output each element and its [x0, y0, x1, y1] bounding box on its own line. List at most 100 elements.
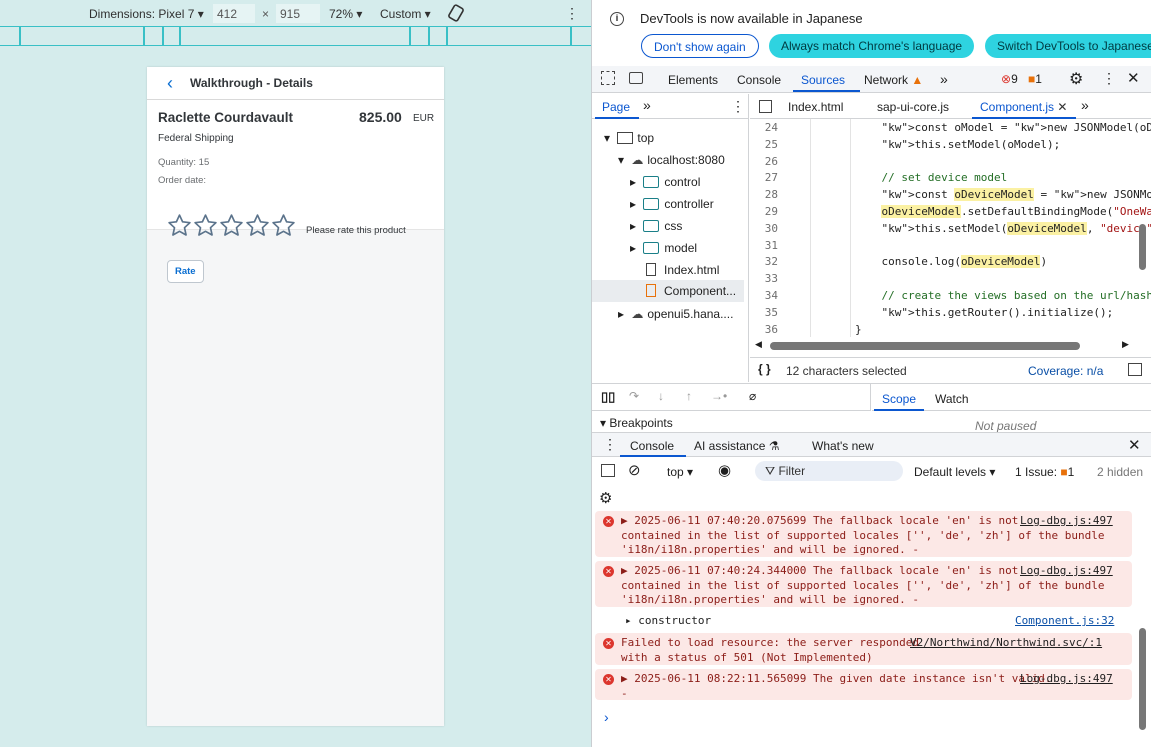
pretty-print-icon[interactable]: { } [758, 362, 771, 376]
line-number[interactable]: 28 [750, 188, 778, 201]
rating-star-icon[interactable] [219, 213, 244, 238]
code-line[interactable]: "kw">this.setModel(oModel); [802, 138, 1060, 151]
rating-star-icon[interactable] [167, 213, 192, 238]
line-number[interactable]: 26 [750, 155, 778, 168]
zoom-dropdown[interactable]: 72% ▾ [329, 7, 362, 21]
settings-gear-icon[interactable]: ⚙ [1069, 69, 1083, 89]
line-number[interactable]: 33 [750, 272, 778, 285]
clear-console-icon[interactable]: ⊘ [628, 461, 641, 479]
line-number[interactable]: 29 [750, 205, 778, 218]
drawer-tab-console[interactable]: Console [630, 439, 674, 453]
console-settings-gear-icon[interactable]: ⚙ [599, 489, 612, 507]
drawer-tab-ai[interactable]: AI assistance ⚗ [694, 439, 779, 453]
close-tab-icon[interactable]: ✕ [1057, 100, 1067, 114]
toggle-sidebar-icon[interactable] [1128, 363, 1142, 376]
line-number[interactable]: 25 [750, 138, 778, 151]
errors-counter[interactable]: ⊗9 [1001, 72, 1018, 86]
rating-star-icon[interactable] [245, 213, 270, 238]
match-language-button[interactable]: Always match Chrome's language [769, 34, 975, 58]
customize-menu-icon[interactable]: ⋮ [1102, 70, 1116, 87]
vertical-scroll-thumb[interactable] [1139, 224, 1146, 270]
line-number[interactable]: 32 [750, 255, 778, 268]
console-filter-input[interactable]: ⛛ Filter [755, 461, 903, 481]
dimensions-dropdown[interactable]: Dimensions: Pixel 7 ▾ [89, 7, 204, 21]
inspect-element-icon[interactable] [601, 71, 615, 85]
source-link[interactable]: V2/Northwind/Northwind.svc/:1 [910, 636, 1102, 651]
console-scroll-thumb[interactable] [1139, 628, 1146, 730]
source-link[interactable]: Component.js:32 [1015, 614, 1114, 629]
console-prompt[interactable]: › [604, 709, 609, 725]
warnings-counter[interactable]: ■1 [1028, 72, 1042, 86]
console-message[interactable]: ▸ constructor Component.js:32 [595, 611, 1132, 629]
more-tabs-icon[interactable]: » [940, 71, 948, 87]
drawer-tab-whats-new[interactable]: What's new [812, 439, 874, 453]
code-line[interactable]: oDeviceModel.setDefaultBindingMode("OneW… [802, 205, 1151, 218]
rating-star-icon[interactable] [193, 213, 218, 238]
tab-sources[interactable]: Sources [801, 73, 845, 87]
tab-scope[interactable]: Scope [882, 392, 916, 406]
tab-watch[interactable]: Watch [935, 392, 969, 406]
tab-console[interactable]: Console [737, 73, 781, 87]
dont-show-again-button[interactable]: Don't show again [641, 34, 759, 58]
tab-network[interactable]: Network ▲ [864, 73, 923, 87]
step-over-icon[interactable]: ↷ [629, 389, 639, 403]
line-number[interactable]: 30 [750, 222, 778, 235]
more-options-icon[interactable]: ⋮ [565, 5, 579, 22]
issues-button[interactable]: 1 Issue: ■1 [1015, 465, 1074, 479]
code-line[interactable]: "kw">const oDeviceModel = "kw">new JSONM… [802, 188, 1151, 202]
step-out-icon[interactable]: ↑ [686, 389, 692, 403]
source-link[interactable]: Log-dbg.js:497 [1020, 672, 1113, 687]
switch-language-button[interactable]: Switch DevTools to Japanese [985, 34, 1151, 58]
more-files-icon[interactable]: » [1081, 97, 1089, 113]
code-line[interactable]: "kw">const oModel = "kw">new JSONModel(o… [802, 121, 1151, 134]
tab-elements[interactable]: Elements [668, 73, 718, 87]
deactivate-breakpoints-icon[interactable]: ⌀ [749, 389, 756, 403]
code-line[interactable]: "kw">this.setModel(oDeviceModel, "device… [802, 221, 1151, 235]
drawer-menu-icon[interactable]: ⋮ [603, 436, 617, 453]
file-tab-core[interactable]: sap-ui-core.js [877, 100, 949, 114]
line-number[interactable]: 31 [750, 239, 778, 252]
scroll-left-icon[interactable]: ◀ [755, 339, 762, 350]
width-input[interactable]: 412 [213, 4, 255, 23]
rating-indicator[interactable] [167, 213, 297, 241]
code-line[interactable]: // set device model [802, 171, 1007, 184]
console-sidebar-icon[interactable] [601, 464, 615, 477]
height-input[interactable]: 915 [276, 4, 320, 23]
rotate-icon[interactable] [447, 3, 465, 26]
code-editor[interactable]: 24 "kw">const oModel = "kw">new JSONMode… [750, 119, 1151, 337]
pause-icon[interactable]: ▯▯ [601, 389, 615, 405]
scroll-thumb[interactable] [770, 342, 1080, 350]
console-message[interactable]: ✕ ▶ 2025-06-11 07:40:20.075699 The fallba… [595, 511, 1132, 557]
line-number[interactable]: 36 [750, 323, 778, 336]
console-message[interactable]: ✕ ▶ 2025-06-11 08:22:11.565099 The given … [595, 669, 1132, 700]
toggle-navigator-icon[interactable] [759, 100, 772, 113]
close-devtools-icon[interactable]: ✕ [1127, 69, 1140, 87]
source-link[interactable]: Log-dbg.js:497 [1020, 514, 1113, 529]
line-number[interactable]: 35 [750, 306, 778, 319]
console-message[interactable]: ✕ Failed to load resource: the server res… [595, 633, 1132, 665]
code-line[interactable]: console.log(oDeviceModel) [802, 255, 1047, 269]
code-line[interactable]: // create the views based on the url/has… [802, 289, 1151, 302]
log-levels-dropdown[interactable]: Default levels ▾ [914, 465, 995, 479]
file-tab-component[interactable]: Component.js ✕ [980, 100, 1067, 114]
rating-star-icon[interactable] [271, 213, 296, 238]
console-message[interactable]: ✕ ▶ 2025-06-11 07:40:24.344000 The fallba… [595, 561, 1132, 607]
code-line[interactable]: "kw">this.getRouter().initialize(); [802, 306, 1113, 319]
close-drawer-icon[interactable]: ✕ [1128, 436, 1141, 454]
step-into-icon[interactable]: ↓ [658, 389, 664, 403]
source-link[interactable]: Log-dbg.js:497 [1020, 564, 1113, 579]
live-expression-eye-icon[interactable]: ◉ [718, 461, 731, 479]
line-number[interactable]: 27 [750, 171, 778, 184]
throttle-dropdown[interactable]: Custom ▾ [380, 7, 431, 21]
horizontal-scrollbar[interactable]: ◀ ▶ [750, 337, 1151, 355]
rate-button[interactable]: Rate [167, 260, 204, 283]
breakpoints-section[interactable]: ▾ Breakpoints [600, 416, 673, 430]
line-number[interactable]: 34 [750, 289, 778, 302]
coverage-status[interactable]: Coverage: n/a [1028, 364, 1103, 378]
device-toggle-icon[interactable] [629, 72, 643, 84]
file-tab-index[interactable]: Index.html [788, 100, 843, 114]
scroll-right-icon[interactable]: ▶ [1122, 339, 1129, 350]
line-number[interactable]: 24 [750, 121, 778, 134]
step-icon[interactable]: →• [711, 389, 727, 403]
back-button[interactable]: ‹ [167, 73, 173, 94]
